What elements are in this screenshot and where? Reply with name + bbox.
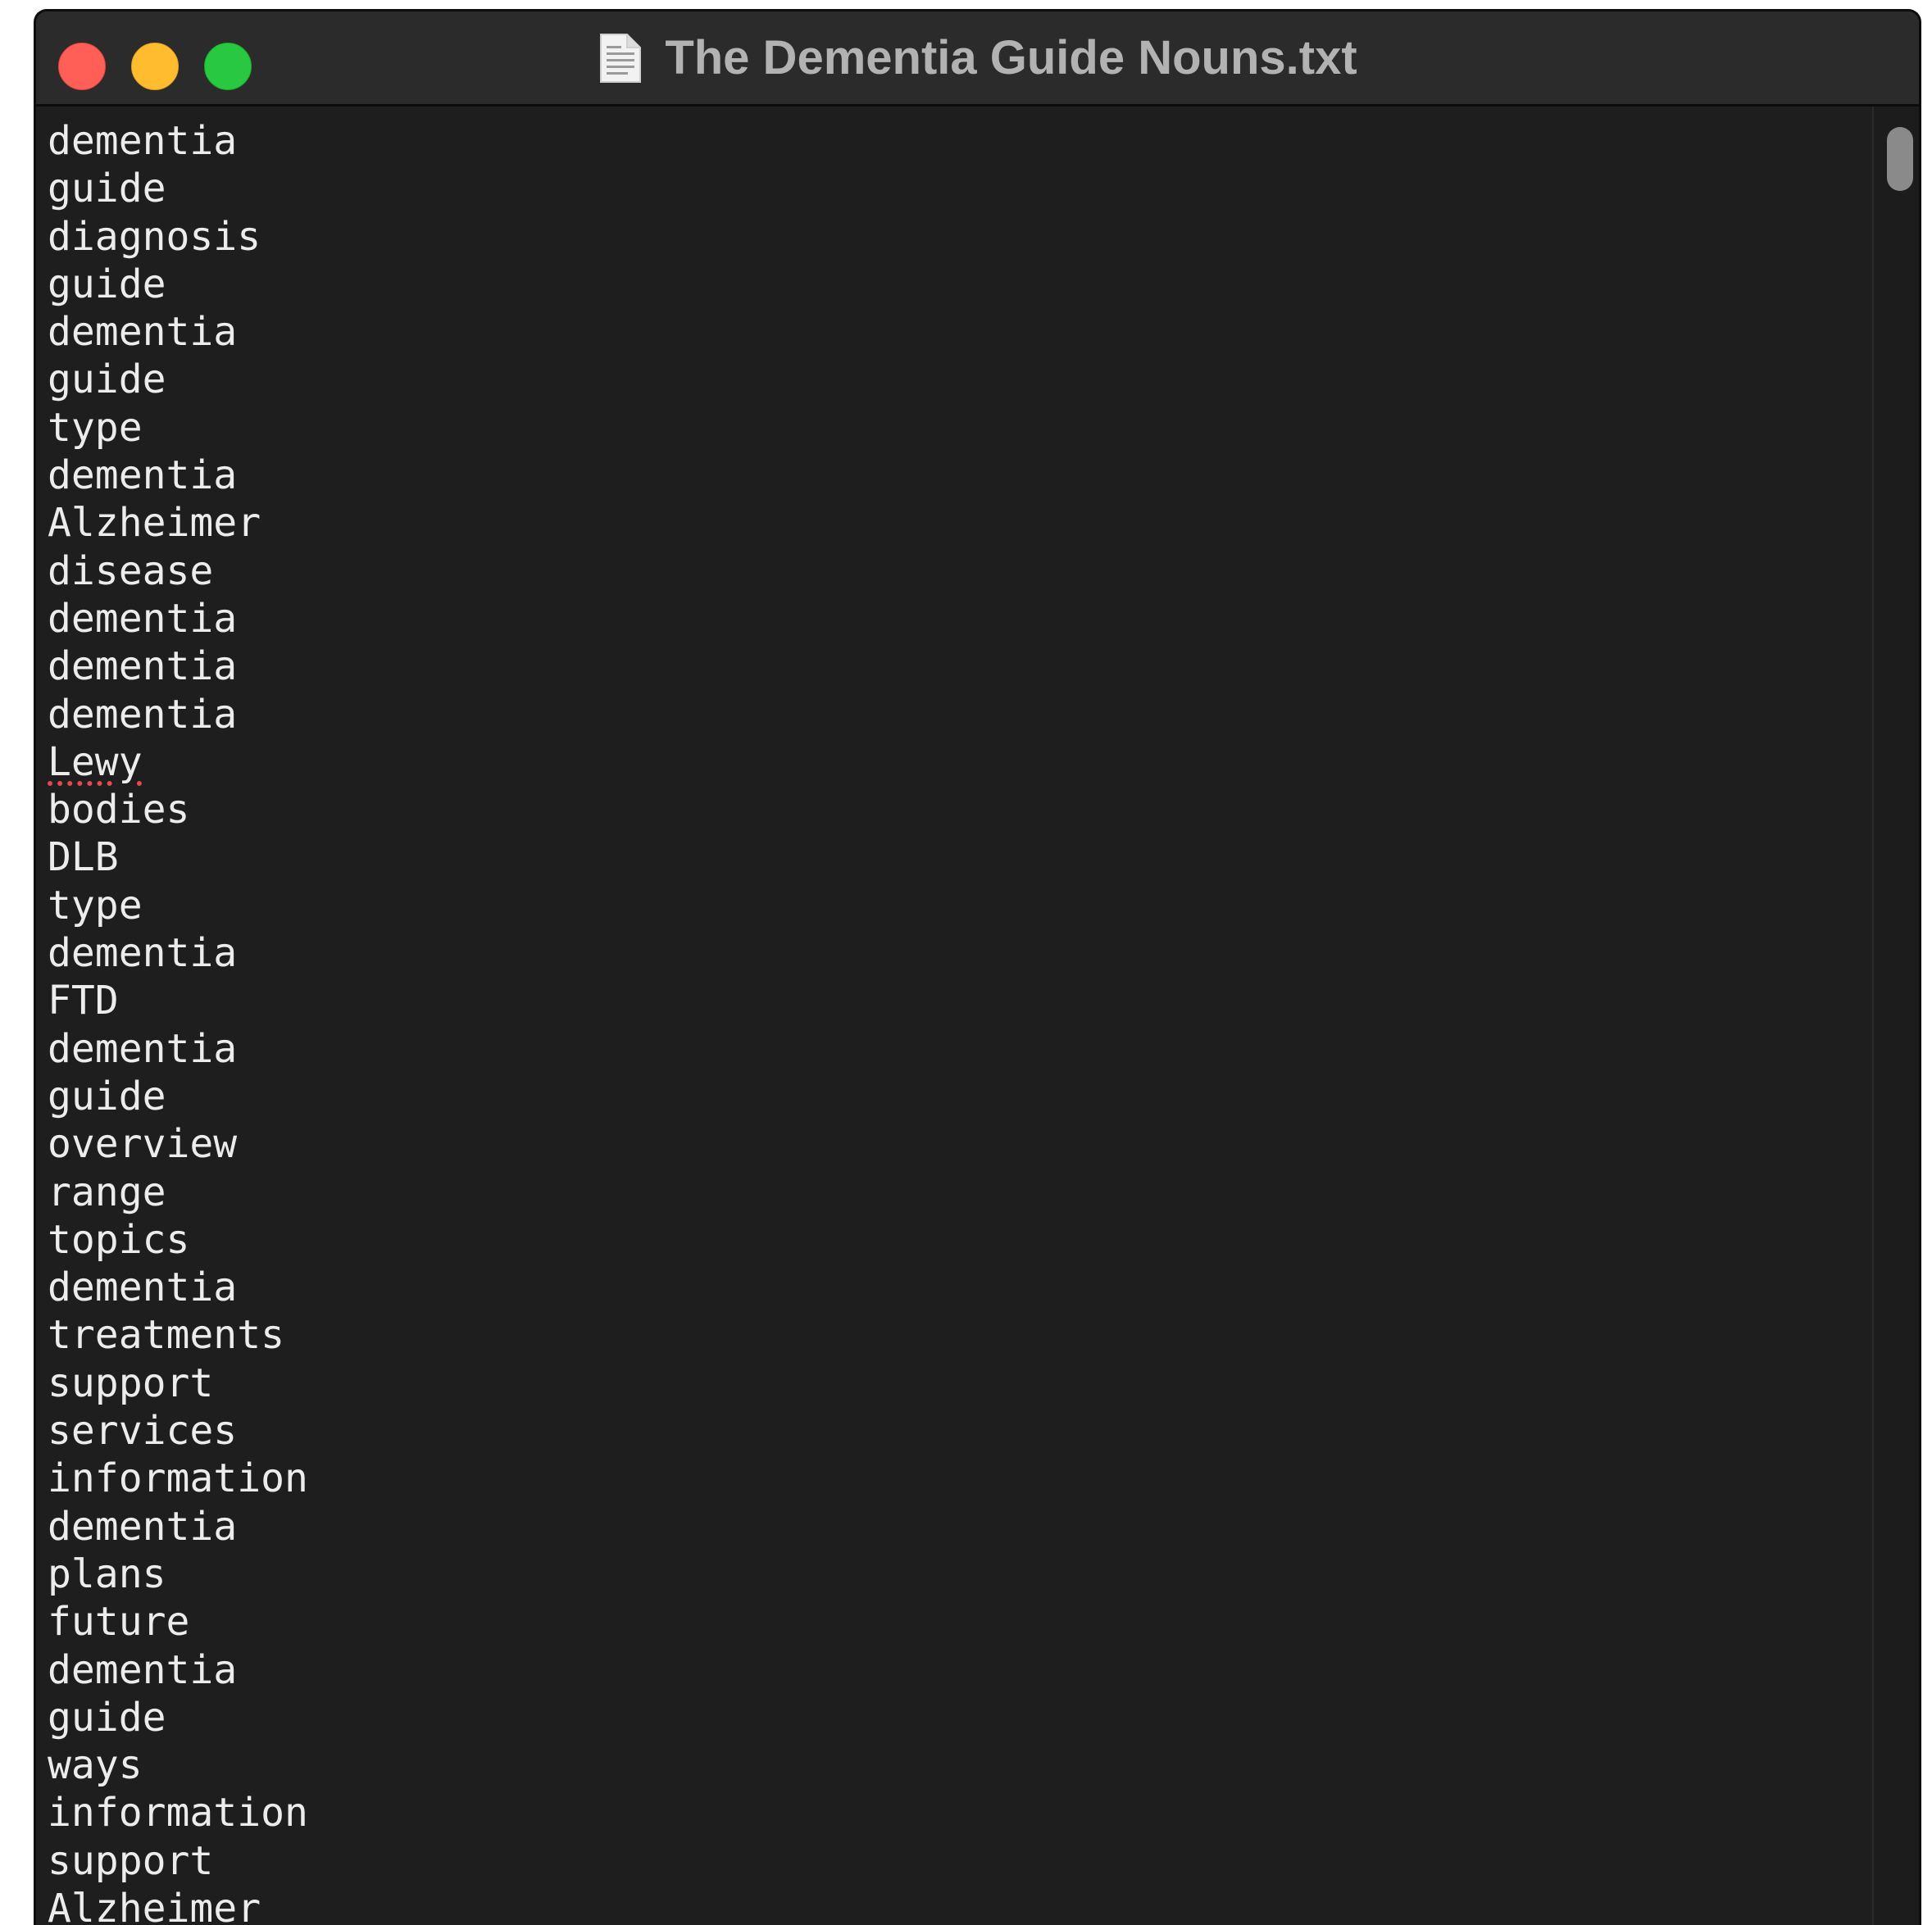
text-line: ways (48, 1741, 308, 1789)
word: plans (48, 1550, 166, 1597)
word: treatments (48, 1312, 284, 1359)
text-editor-window: The Dementia Guide Nouns.txt dementia gui… (34, 9, 1921, 1925)
word: dementia (48, 930, 238, 977)
word: future (48, 1599, 190, 1646)
misspelled-word: Lewy (48, 738, 143, 785)
text-line: guide (48, 1073, 308, 1120)
word: ways (48, 1742, 143, 1789)
text-line: type (48, 882, 308, 929)
text-line: Lewy (48, 738, 308, 786)
window-title-group: The Dementia Guide Nouns.txt (36, 11, 1919, 104)
text-line: dementia (48, 1264, 308, 1311)
text-line: guide (48, 165, 308, 212)
text-line: dementia (48, 452, 308, 499)
word: DLB (48, 834, 119, 881)
word: overview (48, 1121, 238, 1168)
text-line: dementia (48, 308, 308, 356)
word: dementia (48, 1646, 238, 1693)
text-line: dementia (48, 595, 308, 642)
text-line: information (48, 1455, 308, 1502)
word: type (48, 882, 143, 928)
text-line: treatments (48, 1311, 308, 1359)
text-line: DLB (48, 833, 308, 881)
text-line: dementia (48, 929, 308, 977)
word: Alzheimer (48, 500, 261, 547)
title-bar[interactable]: The Dementia Guide Nouns.txt (36, 11, 1919, 107)
word: guide (48, 166, 166, 212)
text-line: FTD (48, 977, 308, 1024)
word: topics (48, 1216, 190, 1263)
word: dementia (48, 1503, 238, 1550)
text-line: dementia (48, 642, 308, 690)
word: dementia (48, 309, 238, 356)
text-line: overview (48, 1120, 308, 1168)
word: information (48, 1455, 308, 1502)
text-line: dementia (48, 117, 308, 165)
vertical-scrollbar[interactable] (1872, 107, 1919, 1925)
word: guide (48, 261, 166, 307)
word: FTD (48, 978, 119, 1024)
text-line: information (48, 1789, 308, 1836)
text-line: type (48, 404, 308, 452)
window-title: The Dementia Guide Nouns.txt (665, 31, 1357, 84)
text-lines: dementia guide diagnosis guide dementia guide… (48, 117, 308, 1925)
text-line: guide (48, 1694, 308, 1741)
word: diagnosis (48, 213, 261, 260)
word: disease (48, 547, 214, 594)
text-document-icon[interactable] (598, 33, 642, 84)
text-line: bodies (48, 786, 308, 833)
text-line: guide (48, 356, 308, 403)
word: support (48, 1360, 214, 1406)
word: Alzheimer (48, 1885, 261, 1925)
text-editor-area[interactable]: dementia guide diagnosis guide dementia guide… (36, 107, 1872, 1925)
word: dementia (48, 1025, 238, 1072)
word: guide (48, 1073, 166, 1119)
text-line: plans (48, 1550, 308, 1598)
word: guide (48, 1694, 166, 1741)
word: type (48, 404, 143, 451)
word: dementia (48, 1264, 238, 1311)
word: range (48, 1169, 166, 1215)
text-line: guide (48, 261, 308, 308)
word: bodies (48, 787, 190, 833)
text-line: services (48, 1407, 308, 1455)
word: guide (48, 356, 166, 403)
text-line: dementia (48, 1503, 308, 1550)
word: dementia (48, 595, 238, 642)
text-line: future (48, 1598, 308, 1646)
text-line: support (48, 1360, 308, 1407)
word: services (48, 1408, 238, 1455)
text-line: dementia (48, 691, 308, 738)
text-line: range (48, 1169, 308, 1216)
text-line: Alzheimer (48, 1885, 308, 1925)
word: dementia (48, 691, 238, 738)
text-line: disease (48, 547, 308, 595)
text-line: support (48, 1837, 308, 1885)
text-line: dementia (48, 1646, 308, 1694)
word: dementia (48, 643, 238, 690)
text-line: dementia (48, 1025, 308, 1073)
text-line: Alzheimer (48, 499, 308, 547)
word: information (48, 1790, 308, 1836)
text-line: diagnosis (48, 213, 308, 261)
word: dementia (48, 118, 238, 164)
scrollbar-thumb[interactable] (1887, 127, 1913, 191)
word: dementia (48, 452, 238, 499)
text-line: topics (48, 1216, 308, 1264)
word: support (48, 1837, 214, 1884)
